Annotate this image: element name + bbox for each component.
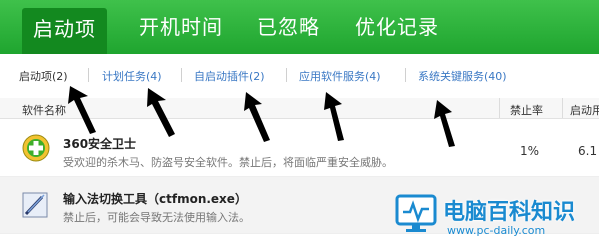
arrow-annotation [147,88,175,137]
watermark-title: 电脑百科知识 [443,200,576,225]
arrow-annotation [434,100,455,147]
watermark: 电脑百科知识 www.pc-daily.com [395,190,599,243]
arrow-annotation [324,92,344,141]
watermark-url: www.pc-daily.com [447,224,546,237]
monitor-logo-icon [395,194,437,232]
arrow-annotation [244,92,270,142]
arrow-annotation [68,86,96,134]
